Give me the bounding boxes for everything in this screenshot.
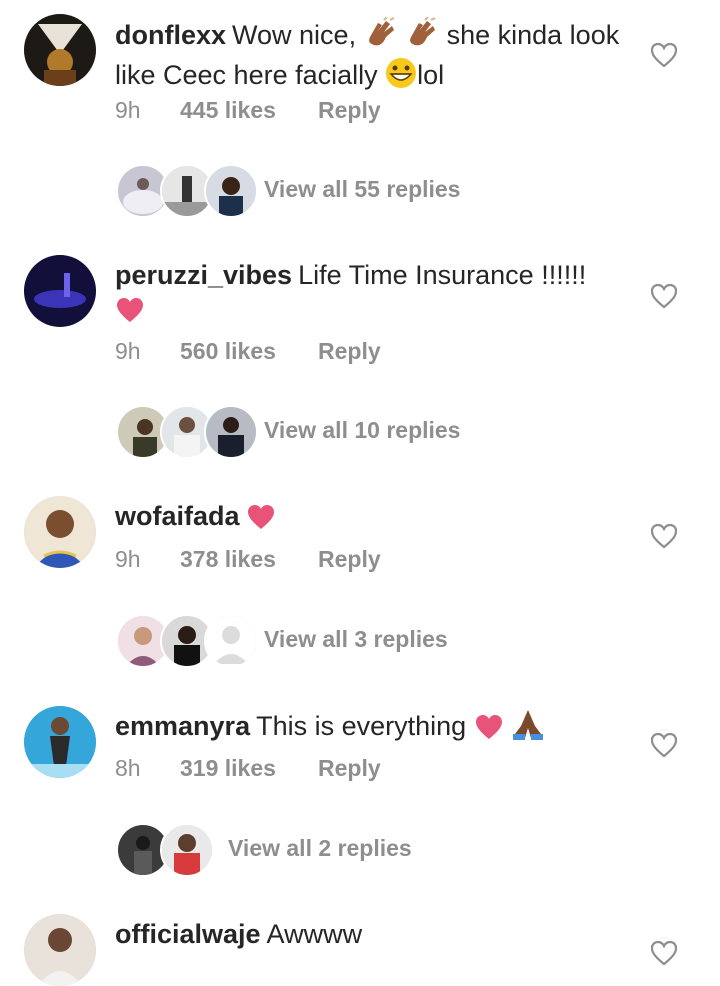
comment-meta: 9h 560 likes Reply <box>115 338 381 365</box>
reply-button[interactable]: Reply <box>318 546 381 572</box>
reply-button[interactable]: Reply <box>318 338 381 364</box>
like-heart-icon[interactable] <box>650 283 678 309</box>
timestamp: 9h <box>115 546 141 572</box>
reply-avatar <box>204 614 258 668</box>
pink-heart-icon <box>246 504 276 538</box>
folded-hands-icon <box>511 708 545 748</box>
like-heart-icon[interactable] <box>650 523 678 549</box>
reply-avatar <box>204 164 258 218</box>
comment-text: peruzzi_vibes Life Time Insurance !!!!!! <box>115 258 635 331</box>
pink-heart-icon <box>115 297 145 331</box>
likes-count[interactable]: 319 likes <box>180 755 318 782</box>
username[interactable]: emmanyra <box>115 711 250 741</box>
timestamp: 9h <box>115 97 141 123</box>
avatar[interactable] <box>24 255 96 327</box>
likes-count[interactable]: 445 likes <box>180 97 318 124</box>
comment-meta: 8h 319 likes Reply <box>115 755 381 782</box>
clapping-hands-icon <box>364 16 398 57</box>
comment-text: donflexx Wow nice, she kinda look like Ce… <box>115 16 635 97</box>
username[interactable]: officialwaje <box>115 919 261 949</box>
reply-avatar <box>204 405 258 459</box>
view-all-replies-link[interactable]: View all 3 replies <box>264 626 448 653</box>
comment-meta: 9h 378 likes Reply <box>115 546 381 573</box>
timestamp: 9h <box>115 338 141 364</box>
avatar[interactable] <box>24 706 96 778</box>
reply-avatar <box>160 823 214 877</box>
reply-button[interactable]: Reply <box>318 755 381 781</box>
like-heart-icon[interactable] <box>650 42 678 68</box>
like-heart-icon[interactable] <box>650 732 678 758</box>
view-all-replies-link[interactable]: View all 55 replies <box>264 176 460 203</box>
likes-count[interactable]: 560 likes <box>180 338 318 365</box>
like-heart-icon[interactable] <box>650 940 678 966</box>
username[interactable]: donflexx <box>115 20 226 50</box>
comment-text: emmanyra This is everything <box>115 708 635 748</box>
comment-text: wofaifada <box>115 499 635 538</box>
comment-meta: 9h 445 likes Reply <box>115 97 381 124</box>
comment-text: officialwaje Awwww <box>115 919 363 949</box>
likes-count[interactable]: 378 likes <box>180 546 318 573</box>
avatar[interactable] <box>24 496 96 568</box>
view-all-replies-link[interactable]: View all 10 replies <box>264 417 460 444</box>
clapping-hands-icon <box>405 16 439 57</box>
username[interactable]: wofaifada <box>115 501 240 531</box>
avatar[interactable] <box>24 14 96 86</box>
reply-button[interactable]: Reply <box>318 97 381 123</box>
username[interactable]: peruzzi_vibes <box>115 260 292 290</box>
grinning-face-icon <box>385 57 417 97</box>
view-all-replies-link[interactable]: View all 2 replies <box>228 835 412 862</box>
pink-heart-icon <box>474 714 504 748</box>
timestamp: 8h <box>115 755 141 781</box>
avatar[interactable] <box>24 914 96 986</box>
